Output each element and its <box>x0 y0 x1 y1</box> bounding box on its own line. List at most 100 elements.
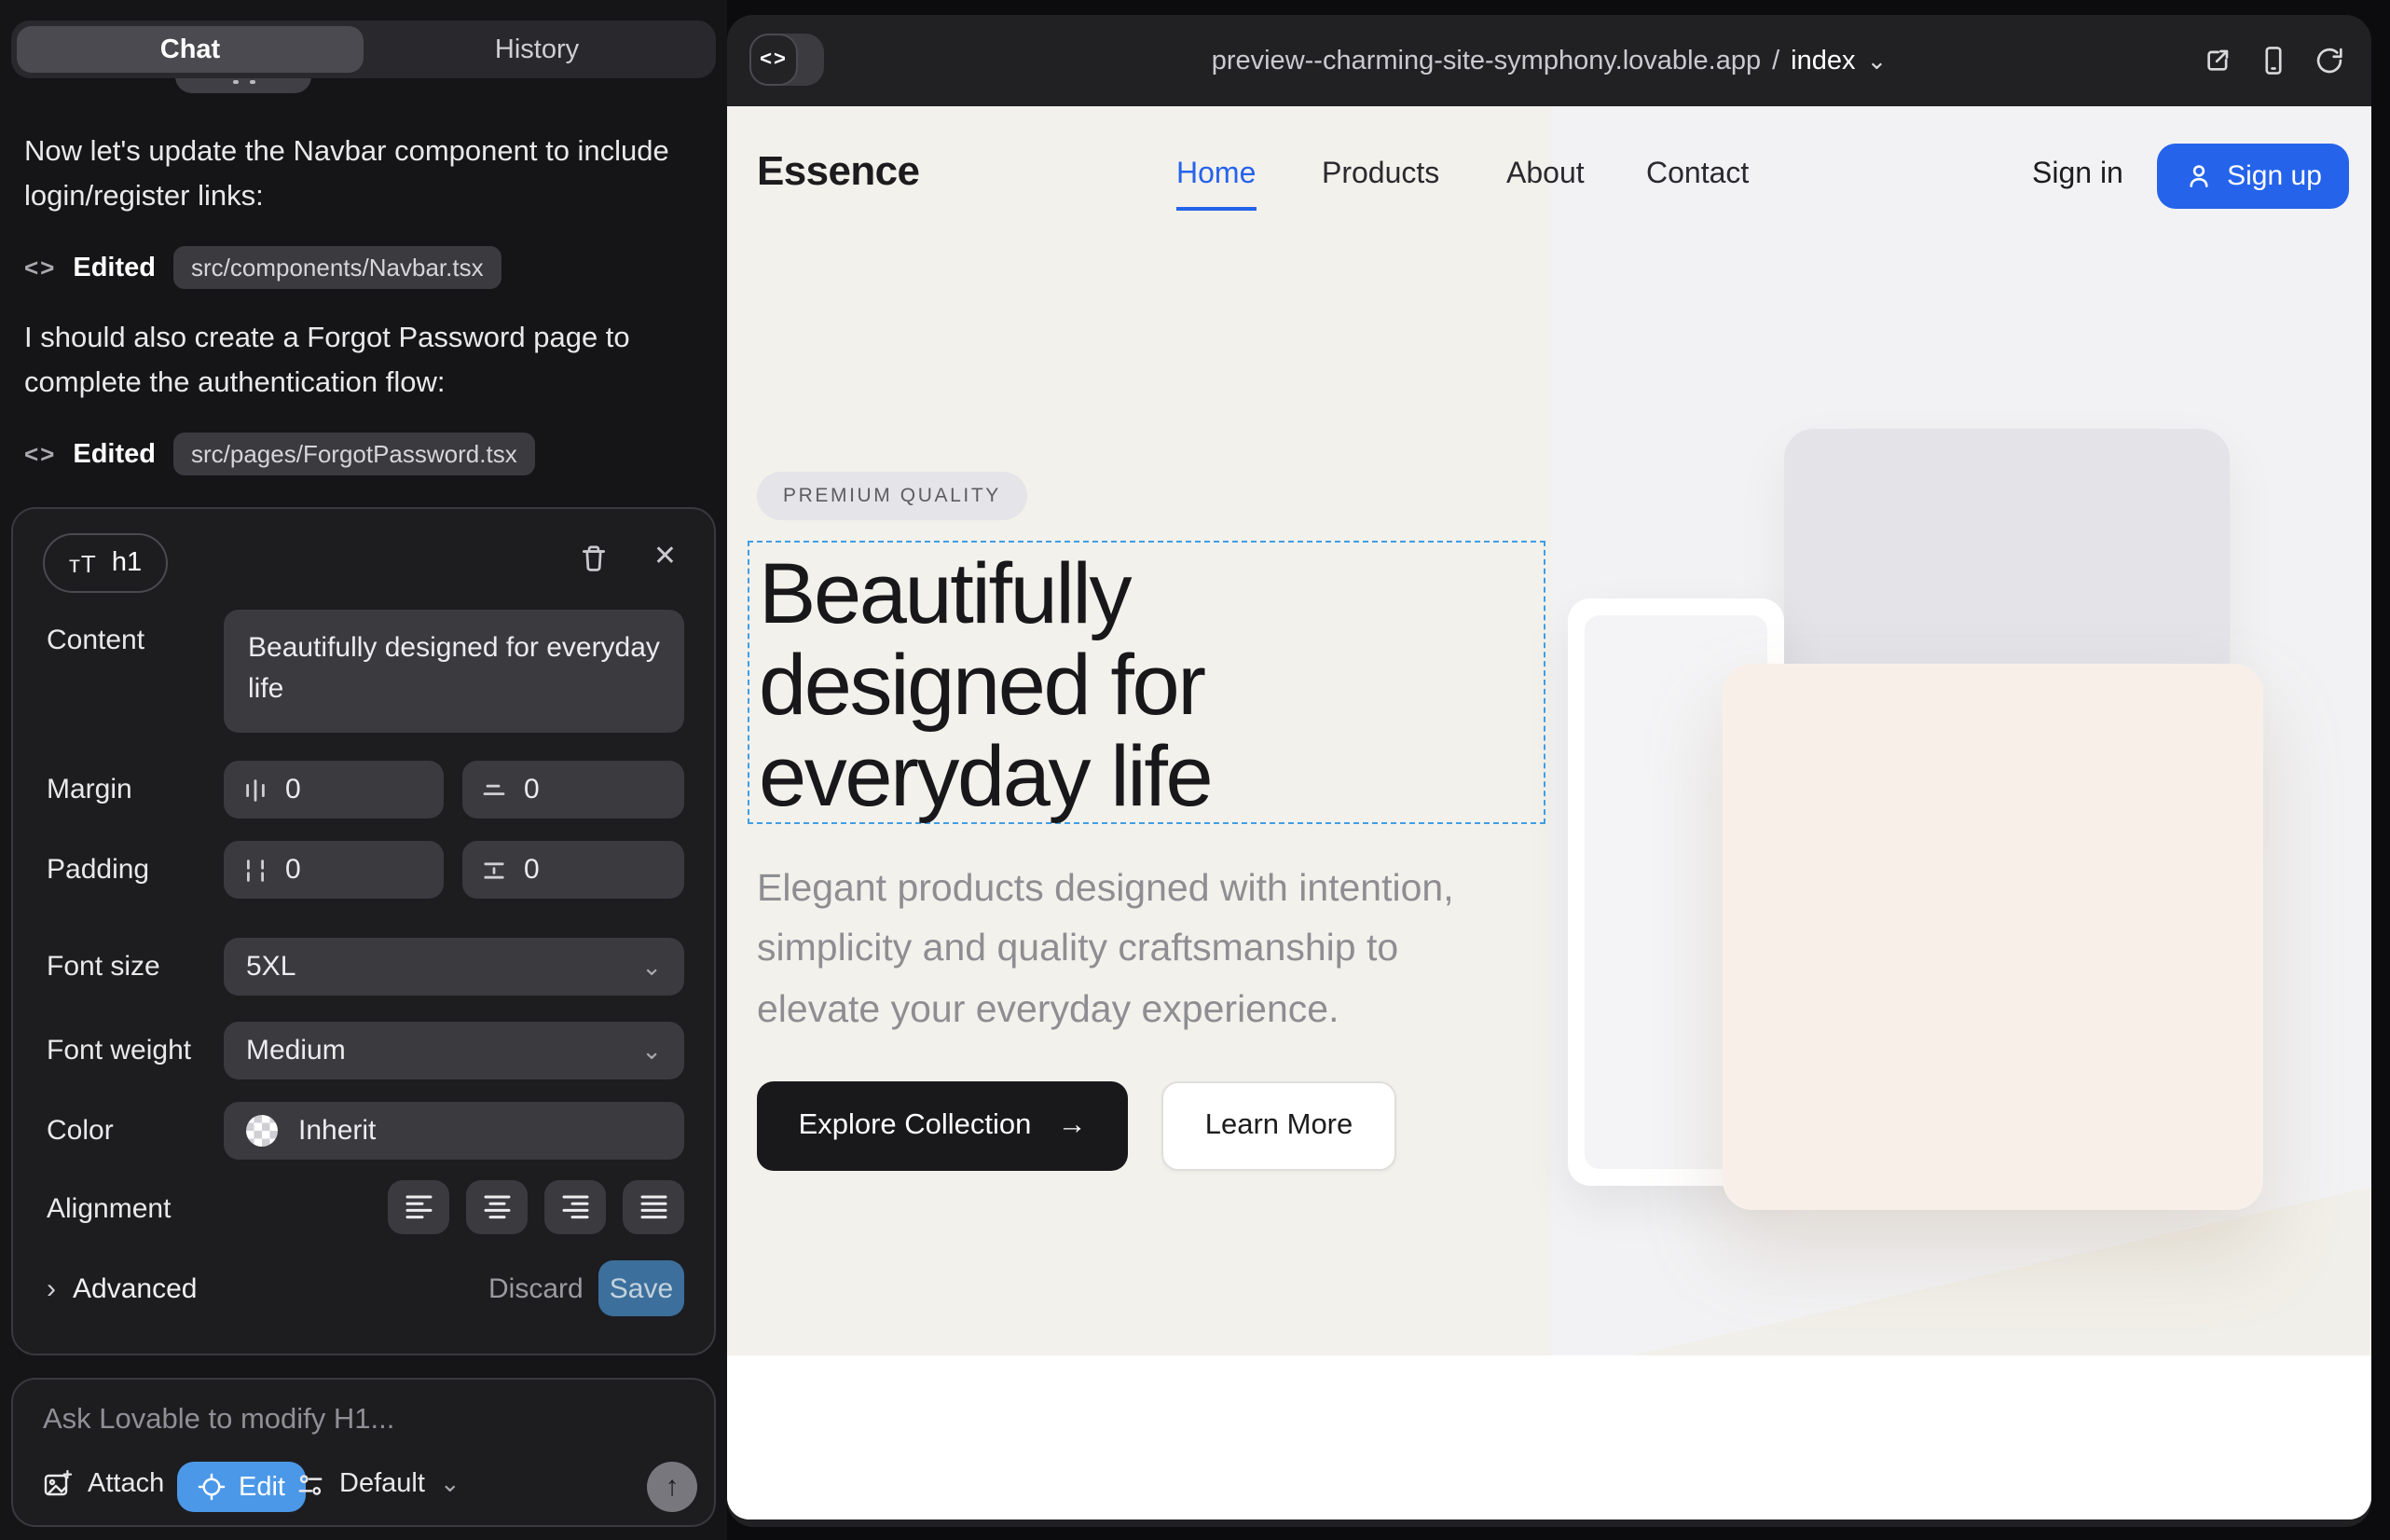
send-button[interactable]: ↑ <box>647 1462 697 1512</box>
padding-label: Padding <box>47 854 149 886</box>
padding-horizontal-icon <box>242 857 268 883</box>
font-size-label: Font size <box>47 951 160 983</box>
element-editor-panel: тT h1 ✕ Content Beautifully designed for… <box>11 507 716 1355</box>
hero-badge: PREMIUM QUALITY <box>757 472 1027 520</box>
file-chip[interactable]: src/components/Navbar.tsx <box>172 246 502 289</box>
color-value: Inherit <box>298 1115 376 1147</box>
dot <box>250 79 254 84</box>
font-size-select[interactable]: 5XL ⌄ <box>224 938 684 996</box>
padding-vertical-icon <box>481 857 507 883</box>
color-swatch <box>246 1115 278 1147</box>
chevron-down-icon: ⌄ <box>1866 46 1887 76</box>
margin-y-input[interactable]: 0 <box>462 761 684 818</box>
user-icon <box>2184 162 2212 190</box>
code-view-toggle[interactable]: <> <box>749 34 824 86</box>
signup-label: Sign up <box>2227 160 2322 192</box>
refresh-button[interactable] <box>2314 45 2345 76</box>
advanced-label: Advanced <box>73 1273 197 1305</box>
font-weight-select[interactable]: Medium ⌄ <box>224 1022 684 1079</box>
learn-more-button[interactable]: Learn More <box>1161 1081 1396 1171</box>
signin-link[interactable]: Sign in <box>2032 158 2123 192</box>
tab-chat[interactable]: Chat <box>17 26 364 73</box>
chevron-down-icon: ⌄ <box>641 1036 662 1066</box>
attach-label: Attach <box>88 1469 164 1499</box>
edited-label: Edited <box>73 439 156 469</box>
content-input[interactable]: Beautifully designed for everyday life <box>224 610 684 733</box>
margin-horizontal-icon <box>242 777 268 803</box>
discard-button[interactable]: Discard <box>488 1273 584 1305</box>
element-tag: h1 <box>112 548 142 578</box>
open-external-button[interactable] <box>2202 45 2233 76</box>
edit-mode-button[interactable]: Edit <box>177 1462 306 1512</box>
advanced-toggle[interactable]: › Advanced <box>47 1273 197 1305</box>
edited-file-row[interactable]: <> Edited src/components/Navbar.tsx <box>24 246 502 289</box>
padding-x-value: 0 <box>285 854 301 886</box>
file-chip[interactable]: src/pages/ForgotPassword.tsx <box>172 433 536 475</box>
url-separator: / <box>1772 46 1779 76</box>
align-justify-icon <box>639 1193 668 1221</box>
preview-frame: <> preview--charming-site-symphony.lovab… <box>727 15 2371 1527</box>
external-link-icon <box>2202 45 2233 76</box>
nav-contact[interactable]: Contact <box>1646 158 1749 192</box>
align-center-button[interactable] <box>466 1180 528 1234</box>
nav-home[interactable]: Home <box>1176 158 1256 192</box>
chat-sidebar: Chat History Now let's update the Navbar… <box>0 0 727 1540</box>
font-weight-label: Font weight <box>47 1035 191 1066</box>
save-button[interactable]: Save <box>598 1260 684 1316</box>
explore-collection-button[interactable]: Explore Collection → <box>757 1081 1128 1171</box>
site-navbar: Essence Home Products About Contact Sign… <box>727 106 2371 244</box>
nav-about[interactable]: About <box>1506 158 1585 192</box>
selected-element-pill[interactable]: тT h1 <box>43 533 168 593</box>
mobile-preview-button[interactable] <box>2258 45 2289 76</box>
lovable-app: Chat History Now let's update the Navbar… <box>0 0 2390 1540</box>
toolbar-actions <box>2202 15 2345 106</box>
smartphone-icon <box>2258 45 2289 76</box>
site-logo[interactable]: Essence <box>757 147 919 196</box>
attach-image-icon <box>43 1469 73 1499</box>
hero-heading-line: everyday life <box>759 730 1544 821</box>
sidebar-tab-bar: Chat History <box>11 21 716 78</box>
close-icon: ✕ <box>653 541 677 572</box>
sliders-icon <box>296 1470 324 1498</box>
hero-heading-line: Beautifully <box>759 548 1544 639</box>
attach-button[interactable]: Attach <box>43 1469 164 1499</box>
arrow-right-icon: → <box>1057 1109 1086 1143</box>
hero-paragraph: Elegant products designed with intention… <box>757 859 1491 1040</box>
font-weight-value: Medium <box>246 1035 346 1066</box>
padding-y-value: 0 <box>524 854 540 886</box>
mode-select[interactable]: Default ⌄ <box>296 1469 460 1499</box>
decor-card-cream <box>1723 664 2263 1210</box>
close-panel-button[interactable]: ✕ <box>653 539 677 572</box>
trash-icon <box>578 543 610 574</box>
code-icon: <> <box>749 34 798 86</box>
arrow-up-icon: ↑ <box>666 1471 680 1503</box>
align-left-button[interactable] <box>388 1180 449 1234</box>
type-icon: тT <box>69 549 97 577</box>
align-justify-button[interactable] <box>623 1180 684 1234</box>
align-right-button[interactable] <box>544 1180 606 1234</box>
delete-element-button[interactable] <box>578 543 610 574</box>
chevron-right-icon: › <box>47 1273 56 1305</box>
refresh-icon <box>2314 45 2345 76</box>
preview-url[interactable]: preview--charming-site-symphony.lovable.… <box>1212 15 1888 106</box>
edited-file-row[interactable]: <> Edited src/pages/ForgotPassword.tsx <box>24 433 536 475</box>
tab-history[interactable]: History <box>364 26 710 73</box>
selected-h1-element[interactable]: Beautifully designed for everyday life <box>748 541 1545 824</box>
mode-label: Default <box>339 1469 425 1499</box>
chat-message: I should also create a Forgot Password p… <box>24 317 699 406</box>
margin-x-input[interactable]: 0 <box>224 761 444 818</box>
padding-x-input[interactable]: 0 <box>224 841 444 899</box>
alignment-label: Alignment <box>47 1193 171 1225</box>
color-select[interactable]: Inherit <box>224 1102 684 1160</box>
chat-input-placeholder[interactable]: Ask Lovable to modify H1... <box>43 1404 394 1437</box>
padding-y-input[interactable]: 0 <box>462 841 684 899</box>
signup-button[interactable]: Sign up <box>2157 144 2349 209</box>
next-section-band <box>727 1355 2371 1519</box>
chat-message: Now let's update the Navbar component to… <box>24 131 699 220</box>
font-size-value: 5XL <box>246 951 295 983</box>
chat-input-box[interactable]: Ask Lovable to modify H1... Attach Edit <box>11 1378 716 1527</box>
crosshair-icon <box>198 1473 226 1501</box>
margin-vertical-icon <box>481 777 507 803</box>
nav-products[interactable]: Products <box>1322 158 1439 192</box>
content-label: Content <box>47 625 144 656</box>
